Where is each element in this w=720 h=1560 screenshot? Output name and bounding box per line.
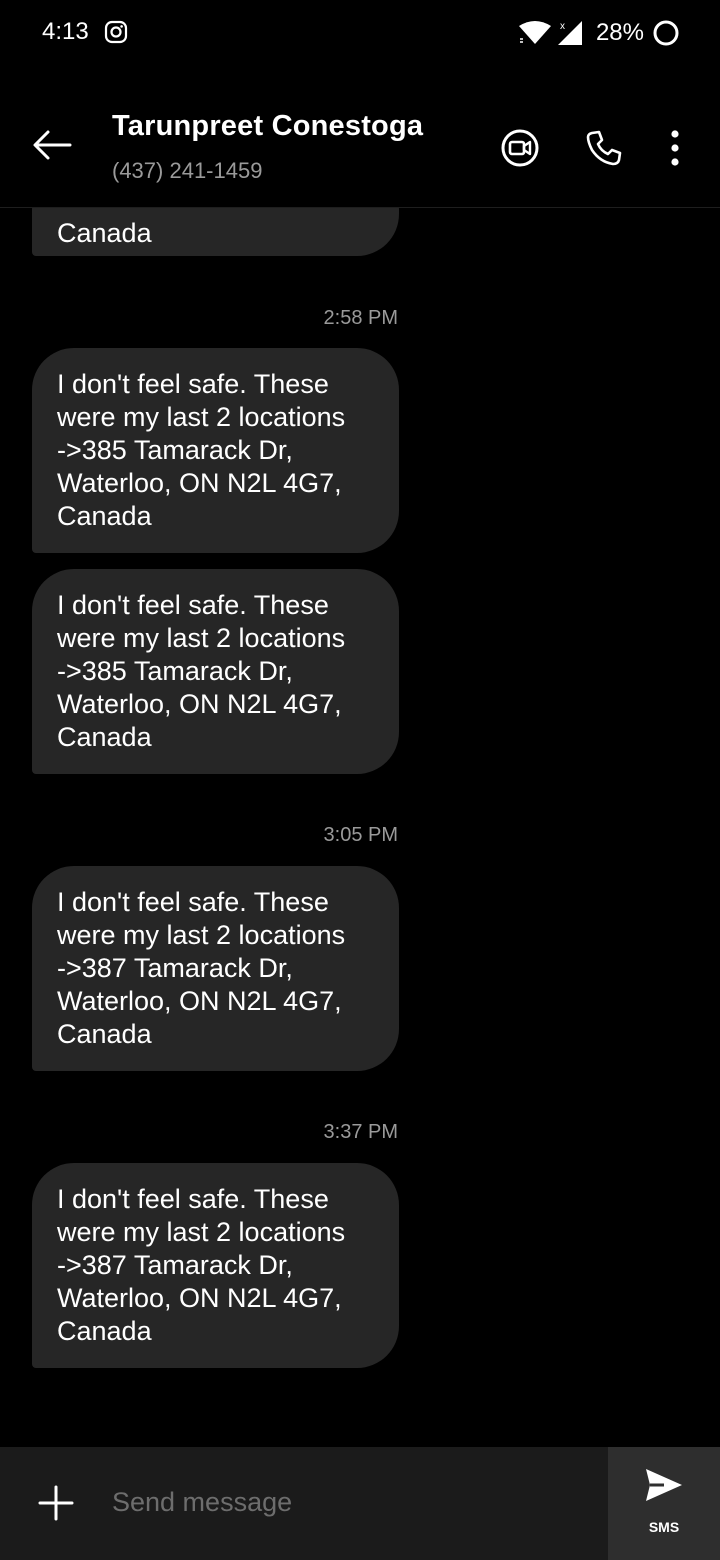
battery-percent: 28%: [595, 19, 644, 46]
battery-icon: [653, 20, 679, 46]
video-call-icon[interactable]: [500, 128, 540, 168]
message-bubble[interactable]: I don't feel safe. These were my last 2 …: [32, 569, 399, 774]
status-bar: 4:13 x 28%: [0, 0, 720, 66]
send-label: SMS: [648, 1519, 680, 1535]
wifi-icon: [518, 21, 551, 44]
contact-name[interactable]: Tarunpreet Conestoga: [112, 110, 423, 143]
message-list[interactable]: Canada 2:58 PM I don't feel safe. These …: [0, 208, 720, 1446]
status-time: 4:13: [42, 18, 89, 45]
status-indicators: x 28%: [518, 16, 680, 50]
conversation-header: Tarunpreet Conestoga (437) 241-1459: [0, 66, 720, 208]
message-bubble[interactable]: I don't feel safe. These were my last 2 …: [32, 866, 399, 1071]
send-icon: [646, 1469, 682, 1501]
signal-icon: x: [557, 21, 582, 45]
message-bubble[interactable]: I don't feel safe. These were my last 2 …: [32, 1163, 399, 1368]
message-timestamp: 3:05 PM: [323, 824, 398, 846]
message-composer: SMS: [0, 1447, 720, 1560]
message-timestamp: 2:58 PM: [323, 307, 398, 329]
message-input[interactable]: [112, 1479, 582, 1525]
back-arrow-icon[interactable]: [30, 128, 74, 162]
message-bubble[interactable]: I don't feel safe. These were my last 2 …: [32, 348, 399, 553]
instagram-icon: [104, 20, 128, 44]
more-vert-icon[interactable]: [664, 128, 686, 168]
svg-text:x: x: [560, 21, 565, 32]
message-bubble[interactable]: Canada: [32, 208, 399, 256]
send-sms-button[interactable]: SMS: [608, 1447, 720, 1560]
phone-icon[interactable]: [584, 128, 624, 168]
add-attachment-icon[interactable]: [38, 1485, 74, 1521]
contact-phone: (437) 241-1459: [112, 158, 263, 183]
message-timestamp: 3:37 PM: [323, 1121, 398, 1143]
